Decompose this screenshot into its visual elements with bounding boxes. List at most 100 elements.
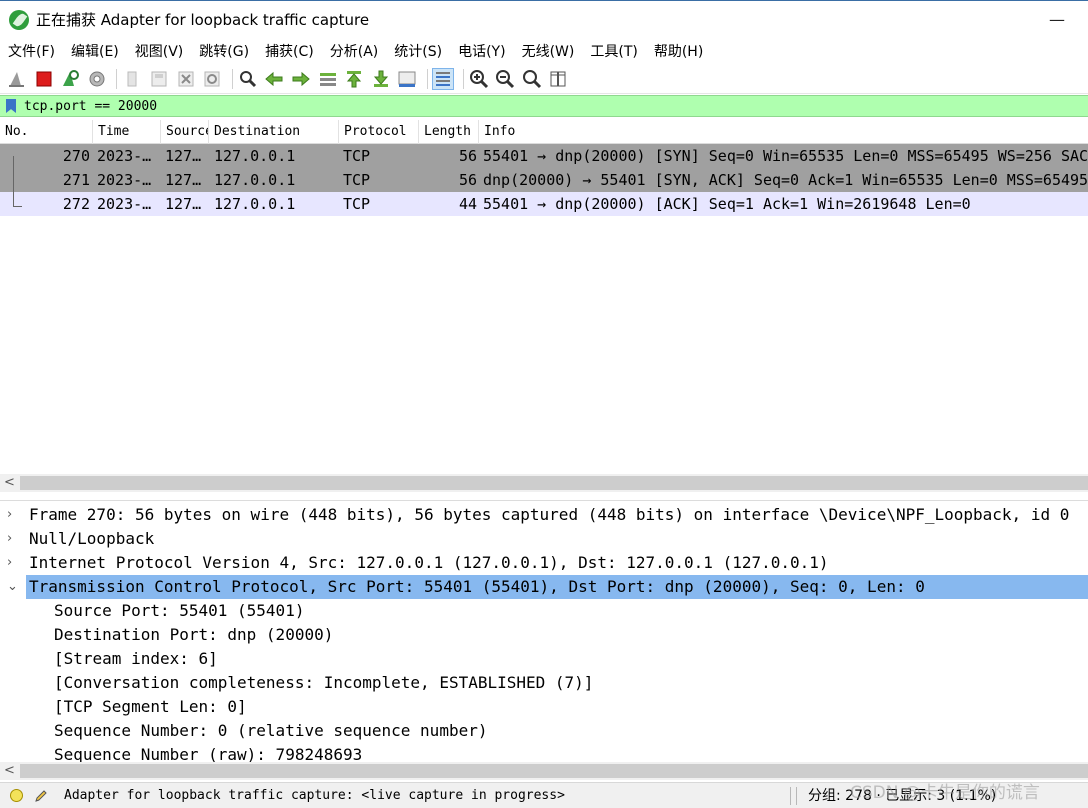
minimize-button[interactable]: — xyxy=(1046,7,1068,31)
menu-item[interactable]: 分析(A) xyxy=(330,41,379,61)
go-first-packet-icon[interactable] xyxy=(343,68,365,90)
close-file-icon[interactable] xyxy=(175,68,197,90)
zoom-in-icon[interactable] xyxy=(468,68,490,90)
cell-protocol: TCP xyxy=(343,195,371,213)
main-toolbar xyxy=(0,64,1088,94)
expand-arrow-icon[interactable]: › xyxy=(7,527,19,551)
filter-bookmark-icon[interactable] xyxy=(6,99,16,113)
scroll-thumb[interactable] xyxy=(20,476,1088,490)
menu-item[interactable]: 帮助(H) xyxy=(654,41,703,61)
save-file-icon[interactable] xyxy=(148,68,170,90)
detail-tree-row[interactable]: › Frame 270: 56 bytes on wire (448 bits),… xyxy=(0,503,1088,527)
cell-length: 44 xyxy=(458,195,477,213)
conversation-bracket xyxy=(13,156,22,207)
status-message: Adapter for loopback traffic capture: <l… xyxy=(64,788,565,803)
toolbar-separator xyxy=(231,68,233,89)
edit-comment-icon[interactable] xyxy=(33,788,49,804)
scroll-left-icon[interactable]: < xyxy=(4,474,15,492)
detail-text: Sequence Number (raw): 798248693 xyxy=(54,745,363,762)
detail-text: Source Port: 55401 (55401) xyxy=(54,601,305,620)
detail-text: Null/Loopback xyxy=(29,529,155,548)
display-filter-bar xyxy=(0,95,1088,117)
display-filter-input[interactable] xyxy=(24,97,924,115)
scroll-left-icon[interactable]: < xyxy=(4,762,15,780)
go-to-packet-icon[interactable] xyxy=(317,68,339,90)
packet-list-header: No. Time Source Destination Protocol Len… xyxy=(0,120,1088,144)
detail-field-row[interactable]: [Stream index: 6] xyxy=(0,647,1088,671)
detail-field-row[interactable]: Sequence Number (raw): 798248693 xyxy=(0,743,1088,762)
cell-info: 55401 → dnp(20000) [SYN] Seq=0 Win=65535… xyxy=(483,147,1088,165)
detail-field-row[interactable]: [TCP Segment Len: 0] xyxy=(0,695,1088,719)
menu-item[interactable]: 电话(Y) xyxy=(458,41,505,61)
cell-source: 127… xyxy=(165,147,202,165)
column-header-protocol[interactable]: Protocol xyxy=(339,120,419,144)
collapse-arrow-icon[interactable]: ⌄ xyxy=(7,575,18,599)
cell-info: dnp(20000) → 55401 [SYN, ACK] Seq=0 Ack=… xyxy=(483,171,1088,189)
column-header-no[interactable]: No. xyxy=(0,120,93,144)
menu-item[interactable]: 视图(V) xyxy=(135,41,184,61)
menu-bar: 文件(F) 编辑(E) 视图(V) 跳转(G) 捕获(C) 分析(A) 统计(S) 电话(Y)… xyxy=(0,38,1088,64)
go-last-packet-icon[interactable] xyxy=(370,68,392,90)
detail-field-row[interactable]: Sequence Number: 0 (relative sequence nu… xyxy=(0,719,1088,743)
menu-item[interactable]: 捕获(C) xyxy=(265,41,314,61)
menu-item[interactable]: 工具(T) xyxy=(590,41,637,61)
detail-text: Destination Port: dnp (20000) xyxy=(54,625,334,644)
cell-destination: 127.0.0.1 xyxy=(214,171,296,189)
restart-capture-icon[interactable] xyxy=(59,68,81,90)
cell-source: 127… xyxy=(165,195,202,213)
detail-text: [TCP Segment Len: 0] xyxy=(54,697,247,716)
capture-options-gear-icon[interactable] xyxy=(86,68,108,90)
menu-item[interactable]: 跳转(G) xyxy=(199,41,249,61)
detail-text: [Conversation completeness: Incomplete, … xyxy=(54,673,594,692)
open-file-icon[interactable] xyxy=(121,68,143,90)
expert-info-icon[interactable] xyxy=(10,789,23,802)
packet-list-hscrollbar[interactable]: < xyxy=(0,474,1088,492)
normal-size-icon[interactable] xyxy=(521,68,543,90)
column-header-source[interactable]: Source xyxy=(161,120,209,144)
column-header-length[interactable]: Length xyxy=(419,120,479,144)
zoom-out-icon[interactable] xyxy=(494,68,516,90)
status-separator xyxy=(790,787,791,805)
resize-columns-icon[interactable] xyxy=(547,68,569,90)
packet-row[interactable]: 270 2023-… 127… 127.0.0.1 TCP 56 55401 → dnp(2… xyxy=(0,144,1088,168)
detail-text: Internet Protocol Version 4, Src: 127.0.… xyxy=(29,553,829,572)
column-header-info[interactable]: Info xyxy=(479,120,1088,144)
toolbar-separator xyxy=(426,68,428,89)
expand-arrow-icon[interactable]: › xyxy=(7,503,19,527)
scroll-thumb[interactable] xyxy=(20,764,1088,778)
packet-row[interactable]: 272 2023-… 127… 127.0.0.1 TCP 44 55401 → dnp(2… xyxy=(0,192,1088,216)
cell-length: 56 xyxy=(458,171,477,189)
detail-tree-row[interactable]: › Internet Protocol Version 4, Src: 127.0… xyxy=(0,551,1088,575)
detail-tree-row[interactable]: › Null/Loopback xyxy=(0,527,1088,551)
cell-time: 2023-… xyxy=(97,147,152,165)
menu-item[interactable]: 无线(W) xyxy=(522,41,575,61)
cell-destination: 127.0.0.1 xyxy=(214,195,296,213)
menu-item[interactable]: 编辑(E) xyxy=(71,41,119,61)
detail-text: Frame 270: 56 bytes on wire (448 bits), … xyxy=(29,505,1070,524)
find-packet-icon[interactable] xyxy=(237,68,259,90)
expand-arrow-icon[interactable]: › xyxy=(7,551,19,575)
detail-text: Transmission Control Protocol, Src Port:… xyxy=(29,577,925,596)
packet-row[interactable]: 271 2023-… 127… 127.0.0.1 TCP 56 dnp(20000) → … xyxy=(0,168,1088,192)
menu-item[interactable]: 统计(S) xyxy=(394,41,442,61)
stop-capture-icon[interactable] xyxy=(33,68,55,90)
colorize-icon[interactable] xyxy=(431,67,454,90)
detail-field-row[interactable]: Destination Port: dnp (20000) xyxy=(0,623,1088,647)
column-header-time[interactable]: Time xyxy=(93,120,161,144)
wireshark-app-icon xyxy=(9,9,29,30)
toolbar-separator xyxy=(116,68,118,89)
go-back-icon[interactable] xyxy=(263,68,285,90)
shark-fin-start-icon[interactable] xyxy=(6,68,28,90)
column-header-destination[interactable]: Destination xyxy=(209,120,339,144)
packet-details-panel: › Frame 270: 56 bytes on wire (448 bits),… xyxy=(0,500,1088,762)
detail-tree-row[interactable]: Transmission Control Protocol, Src Port:… xyxy=(26,575,1088,599)
detail-field-row[interactable]: [Conversation completeness: Incomplete, … xyxy=(0,671,1088,695)
reload-file-icon[interactable] xyxy=(201,68,223,90)
toolbar-separator xyxy=(462,68,464,89)
detail-text: Sequence Number: 0 (relative sequence nu… xyxy=(54,721,488,740)
detail-field-row[interactable]: Source Port: 55401 (55401) xyxy=(0,599,1088,623)
auto-scroll-icon[interactable] xyxy=(396,68,418,90)
go-forward-icon[interactable] xyxy=(290,68,312,90)
menu-item[interactable]: 文件(F) xyxy=(8,41,55,61)
cell-time: 2023-… xyxy=(97,171,152,189)
